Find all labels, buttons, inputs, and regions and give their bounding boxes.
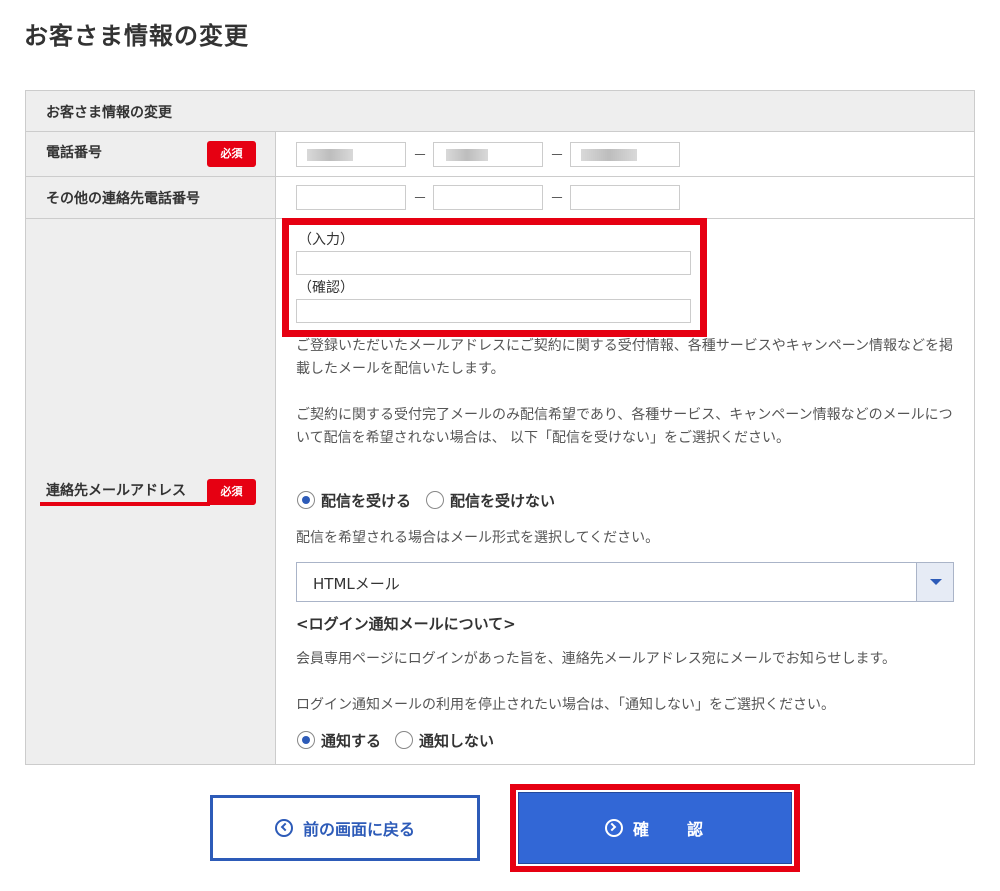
required-badge: 必須 bbox=[207, 141, 256, 167]
login-notify-desc-2: ログイン通知メールの利用を停止されたい場合は、「通知しない」をご選択ください。 bbox=[296, 697, 835, 713]
radio-no-notify[interactable] bbox=[395, 731, 413, 749]
back-button-content: 前の画面に戻る bbox=[213, 798, 477, 858]
caret-down-icon bbox=[930, 579, 942, 585]
radio-notify-label[interactable]: 通知する bbox=[321, 730, 381, 751]
radio-deliver[interactable] bbox=[297, 491, 315, 509]
dash-separator: － bbox=[550, 191, 564, 207]
back-button-label: 前の画面に戻る bbox=[302, 820, 415, 839]
back-button[interactable]: 前の画面に戻る bbox=[210, 795, 480, 861]
phone-input-2[interactable] bbox=[433, 142, 543, 167]
other-phone-input-1[interactable] bbox=[296, 185, 406, 210]
select-arrow-zone[interactable] bbox=[916, 563, 953, 601]
phone-label-cell: 電話番号 必須 bbox=[26, 132, 276, 176]
phone-input-1[interactable] bbox=[296, 142, 406, 167]
format-prompt: 配信を希望される場合はメール形式を選択してください。 bbox=[296, 530, 660, 546]
phone-label: 電話番号 bbox=[46, 145, 102, 161]
radio-notify[interactable] bbox=[297, 731, 315, 749]
email-label-cell: 連絡先メールアドレス 必須 bbox=[26, 219, 276, 764]
confirm-button-label: 確 認 bbox=[632, 820, 705, 839]
masked-value bbox=[307, 149, 353, 161]
radio-deliver-label[interactable]: 配信を受ける bbox=[321, 490, 411, 511]
mail-format-value: HTMLメール bbox=[313, 575, 400, 593]
dash-separator: － bbox=[550, 148, 564, 164]
highlight-underline-email-label bbox=[40, 502, 210, 506]
other-phone-label-cell: その他の連絡先電話番号 bbox=[26, 177, 276, 218]
dash-separator: － bbox=[413, 148, 427, 164]
chevron-right-circle-icon bbox=[604, 819, 623, 837]
login-notify-desc-1: 会員専用ページにログインがあった旨を、連絡先メールアドレス宛にメールでお知らせし… bbox=[296, 651, 897, 667]
required-badge: 必須 bbox=[207, 479, 256, 505]
masked-value bbox=[446, 149, 488, 161]
masked-value bbox=[581, 149, 637, 161]
radio-no-deliver[interactable] bbox=[426, 491, 444, 509]
page-title: お客さま情報の変更 bbox=[24, 22, 249, 50]
section-header-text: お客さま情報の変更 bbox=[46, 105, 172, 121]
confirm-button[interactable]: 確 認 bbox=[518, 792, 792, 864]
mail-format-select[interactable]: HTMLメール bbox=[296, 562, 954, 602]
email-label: 連絡先メールアドレス bbox=[46, 483, 186, 499]
email-description-1: ご登録いただいたメールアドレスにご契約に関する受付情報、各種サービスやキャンペー… bbox=[296, 338, 954, 377]
other-phone-input-2[interactable] bbox=[433, 185, 543, 210]
radio-no-deliver-label[interactable]: 配信を受けない bbox=[450, 490, 555, 511]
radio-no-notify-label[interactable]: 通知しない bbox=[419, 730, 494, 751]
other-phone-input-3[interactable] bbox=[570, 185, 680, 210]
phone-input-3[interactable] bbox=[570, 142, 680, 167]
chevron-left-circle-icon bbox=[274, 819, 293, 837]
email-description-2: ご契約に関する受付完了メールのみ配信希望であり、各種サービス、キャンペーン情報な… bbox=[296, 407, 953, 446]
section-header: お客さま情報の変更 bbox=[26, 91, 974, 132]
login-notify-heading: <ログイン通知メールについて> bbox=[296, 615, 516, 633]
highlight-frame-email bbox=[282, 218, 707, 337]
other-phone-label: その他の連絡先電話番号 bbox=[46, 191, 200, 207]
dash-separator: － bbox=[413, 191, 427, 207]
